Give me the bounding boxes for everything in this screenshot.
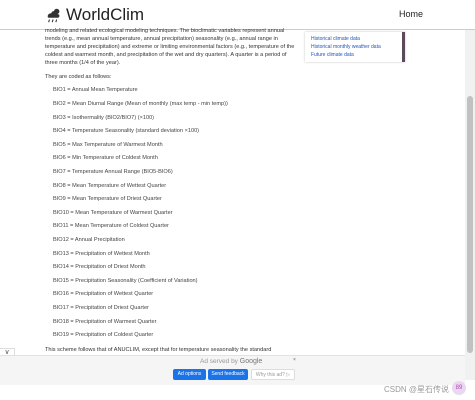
site-logo[interactable]: WorldClim — [45, 5, 144, 25]
watermark-text: CSDN @星石传说 — [384, 385, 450, 394]
bio-variable-item: BIO6 = Min Temperature of Coldest Month — [53, 155, 158, 162]
link-historical-climate[interactable]: Historical climate data — [311, 35, 402, 43]
main-content: modeling and related ecological modeling… — [45, 27, 295, 362]
bio-variable-item: BIO5 = Max Temperature of Warmest Month — [53, 141, 163, 148]
related-links-box: Historical climate data Historical month… — [305, 32, 405, 62]
bio-variable-item: BIO3 = Isothermality (BIO2/BIO7) (×100) — [53, 114, 155, 121]
cloud-sun-rain-icon — [47, 8, 60, 23]
ad-options-button[interactable]: Ad options — [173, 369, 206, 380]
site-header: WorldClim Home — [0, 0, 475, 30]
logo-text[interactable]: WorldClim — [66, 5, 144, 25]
link-historical-monthly-weather[interactable]: Historical monthly weather data — [311, 43, 402, 51]
bio-variable-item: BIO15 = Precipitation Seasonality (Coeff… — [53, 277, 198, 284]
send-feedback-button[interactable]: Send feedback — [208, 369, 248, 380]
link-future-climate[interactable]: Future climate data — [311, 51, 402, 59]
bio-variable-item: BIO1 = Annual Mean Temperature — [53, 87, 138, 94]
intro-paragraph: modeling and related ecological modeling… — [45, 28, 295, 67]
google-wordmark: Google — [239, 358, 263, 365]
bio-variable-item: BIO18 = Precipitation of Warmest Quarter — [53, 318, 157, 325]
bio-variable-item: BIO11 = Mean Temperature of Coldest Quar… — [53, 223, 169, 230]
bio-variable-list: BIO1 = Annual Mean Temperature BIO2 = Me… — [45, 87, 295, 339]
bio-variable-item: BIO17 = Precipitation of Driest Quarter — [53, 304, 149, 311]
bio-variable-item: BIO14 = Precipitation of Driest Month — [53, 264, 146, 271]
ad-banner: Ad served by Google Ad options Send feed… — [0, 355, 465, 385]
coded-as-label: They are coded as follows: — [45, 74, 112, 81]
bio-variable-item: BIO2 = Mean Diurnal Range (Mean of month… — [53, 101, 228, 108]
bio-variable-item: BIO10 = Mean Temperature of Warmest Quar… — [53, 209, 173, 216]
why-this-ad-button[interactable]: Why this ad? ▷ — [251, 369, 295, 380]
home-link[interactable]: Home — [399, 9, 423, 19]
floating-badge[interactable]: 89 — [452, 381, 466, 395]
bio-variable-item: BIO19 = Precipitation of Coldest Quarter — [53, 332, 154, 339]
bio-variable-item: BIO12 = Annual Precipitation — [53, 237, 125, 243]
bio-variable-item: BIO7 = Temperature Annual Range (BIO5-BI… — [53, 169, 173, 176]
bio-variable-item: BIO9 = Mean Temperature of Driest Quarte… — [53, 196, 162, 203]
ad-served-by: Ad served by Google — [200, 358, 262, 365]
ad-served-label: Ad served by — [200, 358, 238, 365]
bio-variable-item: BIO8 = Mean Temperature of Wettest Quart… — [53, 182, 167, 189]
close-ad-icon[interactable]: × — [293, 357, 296, 363]
scrollbar-thumb[interactable] — [467, 96, 473, 353]
bio-variable-item: BIO13 = Precipitation of Wettest Month — [53, 250, 150, 257]
bio-variable-item: BIO16 = Precipitation of Wettest Quarter — [53, 291, 154, 298]
bio-variable-item: BIO4 = Temperature Seasonality (standard… — [53, 128, 200, 135]
